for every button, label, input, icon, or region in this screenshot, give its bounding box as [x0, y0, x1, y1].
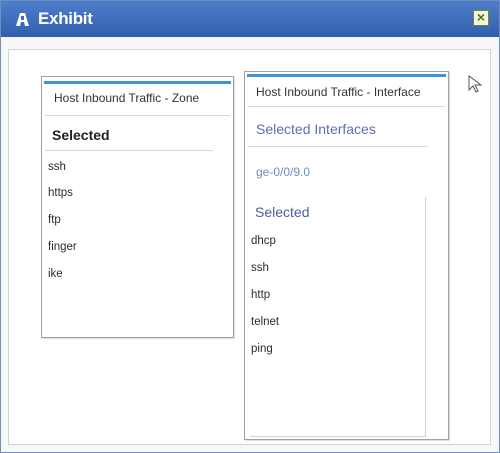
list-item[interactable]: https	[48, 187, 73, 199]
list-item[interactable]: ping	[251, 343, 273, 355]
title-bar: Exhibit ×	[1, 1, 499, 37]
list-item[interactable]: ssh	[48, 161, 66, 173]
list-item[interactable]: finger	[48, 241, 77, 253]
list-item[interactable]: http	[251, 289, 270, 301]
cursor-icon	[468, 75, 483, 93]
list-item[interactable]: telnet	[251, 316, 279, 328]
selected-interfaces-label: Selected Interfaces	[256, 121, 376, 137]
interfaces-label-separator	[248, 146, 428, 147]
list-item[interactable]: ftp	[48, 214, 61, 226]
exhibit-icon	[16, 13, 29, 26]
list-item[interactable]: ssh	[251, 262, 269, 274]
interface-panel-accent	[247, 74, 446, 77]
list-item[interactable]: ike	[48, 268, 63, 280]
zone-panel-accent	[44, 81, 231, 84]
zone-panel: Host Inbound Traffic - Zone Selected ssh…	[41, 76, 234, 338]
interface-panel: Host Inbound Traffic - Interface Selecte…	[244, 71, 449, 440]
interface-panel-title: Host Inbound Traffic - Interface	[256, 85, 421, 99]
interface-title-separator	[248, 106, 445, 107]
interface-selected-header: Selected	[255, 204, 310, 220]
zone-title-separator	[45, 115, 230, 116]
selected-services-box: Selected dhcp ssh http telnet ping	[250, 197, 426, 437]
zone-header-separator	[45, 150, 213, 151]
list-item[interactable]: dhcp	[251, 235, 276, 247]
interface-value-link[interactable]: ge-0/0/9.0	[256, 165, 310, 179]
close-icon[interactable]: ×	[473, 10, 489, 26]
zone-selected-header: Selected	[52, 127, 110, 143]
zone-panel-title: Host Inbound Traffic - Zone	[54, 91, 200, 105]
exhibit-window: Exhibit × Host Inbound Traffic - Zone Se…	[0, 0, 500, 453]
window-title: Exhibit	[38, 9, 93, 28]
